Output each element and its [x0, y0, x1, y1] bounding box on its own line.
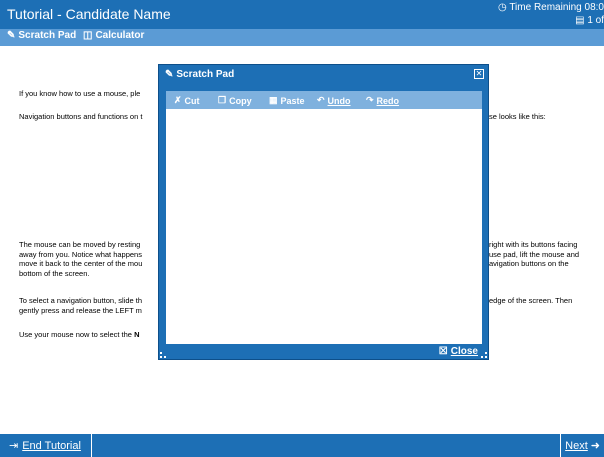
calculator-button[interactable]: ◫ Calculator — [83, 30, 144, 41]
next-button[interactable]: Next ➜ — [560, 434, 604, 457]
clock-icon: ◷ — [497, 2, 507, 13]
content-para-5-bold: N — [134, 330, 140, 339]
pages-icon: ▤ — [575, 15, 585, 26]
scratch-pad-icon: ✎ — [7, 30, 16, 41]
exit-icon: ⇥ — [9, 440, 19, 452]
end-tutorial-button[interactable]: ⇥ End Tutorial — [0, 434, 92, 457]
undo-label: Undo — [327, 95, 351, 106]
time-remaining-label: Time Remaining 08:0 — [509, 2, 604, 13]
resize-grip[interactable] — [481, 352, 487, 358]
cut-label: Cut — [184, 95, 200, 106]
time-remaining: ◷ Time Remaining 08:0 — [498, 2, 604, 13]
content-para-5-text: Use your mouse now to select the — [19, 330, 135, 339]
copy-icon: ❐ — [218, 95, 227, 105]
copy-button[interactable]: ❐ Copy — [218, 95, 252, 106]
paste-button[interactable]: ▦ Paste — [269, 95, 305, 106]
text-line: The mouse can be moved by resting — [19, 240, 141, 249]
redo-icon: ↷ — [366, 95, 374, 105]
content-para-4-left: To select a navigation button, slide th … — [19, 296, 159, 315]
scratch-pad-label: Scratch Pad — [18, 30, 77, 41]
content-para-4-right: edge of the screen. Then — [489, 296, 573, 305]
app-title: Tutorial - Candidate Name — [7, 6, 171, 22]
text-line: away from you. Notice what happens — [19, 249, 142, 259]
content-para-3-left: The mouse can be moved by resting away f… — [19, 240, 159, 278]
content-line-2-right: se looks like this: — [489, 112, 546, 121]
content-line-2-left: Navigation buttons and functions on t — [19, 112, 143, 121]
content-para-3-right: right with its buttons facing use pad, l… — [489, 240, 604, 269]
scissors-icon: ✗ — [174, 95, 182, 105]
close-label: Close — [450, 346, 478, 357]
cut-button[interactable]: ✗ Cut — [174, 95, 200, 106]
close-button[interactable]: ☒ Close — [439, 346, 478, 357]
end-tutorial-label: End Tutorial — [22, 439, 81, 452]
page-counter: ▤ 1 of — [575, 15, 604, 26]
redo-button[interactable]: ↷ Redo — [366, 95, 399, 106]
close-icon: ☒ — [438, 346, 448, 357]
page-counter-label: 1 of — [587, 15, 604, 26]
navigation-bar: ⇥ End Tutorial Next ➜ — [0, 434, 604, 457]
scratch-pad-dialog: ✎ Scratch Pad ✕ ✗ Cut ❐ Copy ▦ Paste ↶ U… — [158, 64, 489, 360]
text-line: gently press and release the LEFT m — [19, 305, 142, 315]
scratch-pad-icon: ✎ — [165, 69, 174, 80]
redo-label: Redo — [376, 95, 400, 106]
text-line: avigation buttons on the — [489, 259, 569, 268]
scratch-pad-textarea[interactable] — [166, 109, 482, 344]
calculator-icon: ◫ — [83, 30, 93, 41]
resize-grip-left[interactable] — [160, 352, 166, 358]
text-line: right with its buttons facing — [489, 240, 578, 249]
copy-label: Copy — [229, 95, 252, 106]
text-line: move it back to the center of the mou — [19, 259, 143, 268]
title-bar: Tutorial - Candidate Name ◷ Time Remaini… — [0, 0, 604, 29]
close-icon[interactable]: ✕ — [474, 69, 484, 79]
calculator-label: Calculator — [95, 30, 145, 41]
text-line: use pad, lift the mouse and — [489, 249, 580, 259]
text-line: To select a navigation button, slide th — [19, 296, 142, 305]
paste-label: Paste — [280, 95, 305, 106]
dialog-title-label: Scratch Pad — [176, 69, 235, 80]
tool-bar: ✎ Scratch Pad ◫ Calculator — [0, 29, 604, 46]
arrow-right-icon: ➜ — [590, 440, 600, 452]
content-para-5: Use your mouse now to select the N — [19, 330, 159, 340]
text-line: bottom of the screen. — [19, 268, 90, 278]
undo-button[interactable]: ↶ Undo — [317, 95, 351, 106]
edit-toolbar: ✗ Cut ❐ Copy ▦ Paste ↶ Undo ↷ Redo — [166, 91, 482, 109]
undo-icon: ↶ — [317, 95, 325, 105]
next-label: Next — [565, 439, 588, 452]
scratch-pad-button[interactable]: ✎ Scratch Pad — [7, 30, 76, 41]
paste-icon: ▦ — [269, 95, 278, 105]
dialog-title: ✎ Scratch Pad — [165, 69, 234, 80]
